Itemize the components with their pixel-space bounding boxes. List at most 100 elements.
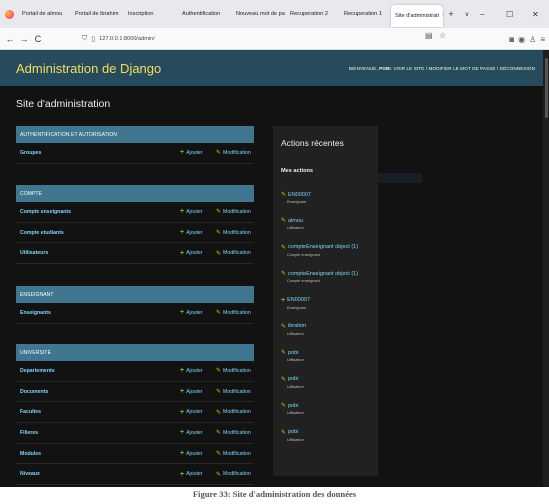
pencil-icon: ✎ [281, 350, 287, 357]
tab-recuperation-2[interactable]: Recuperation 2 [286, 0, 340, 28]
maximize-button[interactable]: ☐ [506, 0, 513, 28]
change-link[interactable]: ✎ Modification [216, 309, 254, 317]
model-link-modules[interactable]: Modules [16, 451, 180, 457]
tab-recuperation-1[interactable]: Recuperation 1 [340, 0, 391, 28]
model-link-filieres[interactable]: Filieres [16, 430, 180, 436]
change-password-link[interactable]: MODIFIER LE MOT DE PASSE [428, 66, 495, 71]
add-link[interactable]: + Ajouter [180, 429, 216, 436]
add-link[interactable]: + Ajouter [180, 388, 216, 395]
tab-nouveau-mot-de-passe[interactable]: Nouveau mot de pa [232, 0, 286, 28]
page-scrollbar[interactable] [543, 50, 549, 487]
module-caption[interactable]: UNIVERSITE [16, 344, 254, 361]
plus-icon: + [180, 470, 185, 478]
change-link[interactable]: ✎ Modification [216, 429, 254, 437]
change-link[interactable]: ✎ Modification [216, 450, 254, 458]
url-bar[interactable]: ⛉ ▯ 127.0.0.1:8000/admin/ [82, 31, 452, 47]
bookmark-star-icon[interactable]: ☆ [439, 31, 446, 40]
list-item: ✎ EN00007 Enseignant [281, 191, 311, 205]
username: POBI [379, 65, 391, 71]
change-link[interactable]: ✎ Modification [216, 229, 254, 237]
table-row: Modules + Ajouter ✎ Modification [16, 444, 254, 465]
list-item: ✎ compteEnseignant object (1) Compte ense… [281, 270, 359, 284]
add-link[interactable]: + Ajouter [180, 367, 216, 374]
change-link[interactable]: ✎ Modification [216, 471, 254, 478]
change-link[interactable]: ✎ Modification [216, 149, 254, 157]
model-link-enseignants[interactable]: Enseignants [16, 310, 180, 316]
table-row: Enseignants + Ajouter ✎ Modification [16, 303, 254, 324]
model-link-groupes[interactable]: Groupes [16, 150, 180, 156]
tab-authentification[interactable]: Authentification [178, 0, 232, 28]
change-link[interactable]: ✎ Modification [216, 367, 254, 375]
model-link-facultes[interactable]: Facultes [16, 409, 180, 415]
plus-icon: + [180, 229, 185, 237]
firefox-icon [0, 0, 18, 28]
change-link[interactable]: ✎ Modification [216, 208, 254, 216]
add-link[interactable]: + Ajouter [180, 409, 216, 416]
add-link[interactable]: + Ajouter [180, 250, 216, 257]
reload-icon[interactable]: C [31, 34, 45, 44]
add-link[interactable]: + Ajouter [180, 208, 216, 215]
change-link[interactable]: ✎ Modification [216, 250, 254, 257]
back-icon[interactable]: ← [3, 34, 17, 44]
site-branding[interactable]: Administration de Django [16, 61, 161, 76]
tab-inscription[interactable]: Inscription [124, 0, 178, 28]
list-item: ✎ almou Utilisateur [281, 217, 304, 231]
tab-portail-ibrahim[interactable]: Portail de ibrahim [71, 0, 124, 28]
user-tools: BIENVENUE, POBI. VOIR LE SITE / MODIFIER… [348, 65, 535, 71]
module-caption[interactable]: AUTHENTIFICATION ET AUTORISATION [16, 126, 254, 143]
table-row: Departements + Ajouter ✎ Modification [16, 361, 254, 382]
logout-link[interactable]: DÉCONNEXION [500, 66, 535, 71]
recent-actions-panel: Actions récentes Mes actions ✎ EN00007 En… [273, 126, 378, 476]
list-item: ✎ compteEnseignant object (1) Compte ense… [281, 244, 359, 257]
view-site-link[interactable]: VOIR LE SITE [394, 66, 425, 71]
close-window-button[interactable]: ✕ [532, 0, 539, 28]
pencil-icon: ✎ [216, 471, 222, 478]
plus-icon: + [180, 408, 185, 416]
pocket-icon[interactable]: ◙ [509, 35, 514, 44]
add-link[interactable]: + Ajouter [180, 471, 216, 478]
add-link[interactable]: + Ajouter [180, 229, 216, 236]
reader-icon[interactable]: ▤ [425, 31, 433, 40]
pencil-icon: ✎ [216, 230, 222, 237]
change-link[interactable]: ✎ Modification [216, 388, 254, 396]
table-row: Filieres + Ajouter ✎ Modification [16, 423, 254, 444]
page-icon: ▯ [91, 36, 96, 43]
plus-icon: + [180, 367, 185, 375]
model-link-documents[interactable]: Documents [16, 389, 180, 395]
add-link[interactable]: + Ajouter [180, 450, 216, 457]
tab-portail-almou[interactable]: Portail de almou [18, 0, 71, 28]
url-text[interactable]: 127.0.0.1:8000/admin/ [99, 36, 155, 42]
recent-actions-title: Actions récentes [281, 138, 344, 148]
model-link-departements[interactable]: Departements [16, 368, 180, 374]
scrollbar-thumb[interactable] [545, 58, 548, 118]
account-icon[interactable]: ◉ [518, 35, 525, 44]
plus-icon: + [281, 296, 286, 304]
table-row: Facultes + Ajouter ✎ Modification [16, 402, 254, 424]
new-tab-button[interactable]: + [443, 9, 459, 19]
tab-site-administration[interactable]: Site d'administrati × [391, 4, 443, 27]
tab-list-button[interactable]: ∨ [459, 11, 475, 18]
module-caption[interactable]: COMPTE [16, 185, 254, 202]
module-caption[interactable]: ENSEIGNANT [16, 286, 254, 303]
table-row: Niveaux + Ajouter ✎ Modification [16, 464, 254, 486]
model-link-niveaux[interactable]: Niveaux [16, 471, 180, 477]
add-link[interactable]: + Ajouter [180, 309, 216, 316]
minimize-button[interactable]: − [480, 0, 485, 28]
model-link-compte-etudiants[interactable]: Compte etudiants [16, 230, 180, 236]
module-universite: UNIVERSITE Departements + Ajouter ✎ Modifi… [16, 344, 254, 486]
list-item: ✎ pobi Utilisateur [281, 402, 304, 416]
pencil-icon: ✎ [281, 376, 287, 383]
module-authentification: AUTHENTIFICATION ET AUTORISATION Groupes… [16, 126, 254, 164]
change-link[interactable]: ✎ Modification [216, 409, 254, 416]
model-link-utilisateurs[interactable]: Utilisateurs [16, 250, 180, 256]
forward-icon[interactable]: → [17, 34, 31, 44]
model-link-compte-enseignants[interactable]: Compte enseignants [16, 209, 180, 215]
add-link[interactable]: + Ajouter [180, 149, 216, 156]
extensions-icon[interactable]: ♙ [529, 35, 536, 44]
plus-icon: + [180, 388, 185, 396]
table-row: Compte etudiants + Ajouter ✎ Modification [16, 223, 254, 244]
menu-icon[interactable]: ≡ [540, 35, 545, 44]
admin-header: Administration de Django BIENVENUE, POBI… [0, 50, 549, 86]
figure-caption: Figure 33: Site d'administration des don… [192, 489, 357, 499]
list-item: + EN00007 Enseignant [281, 296, 311, 310]
